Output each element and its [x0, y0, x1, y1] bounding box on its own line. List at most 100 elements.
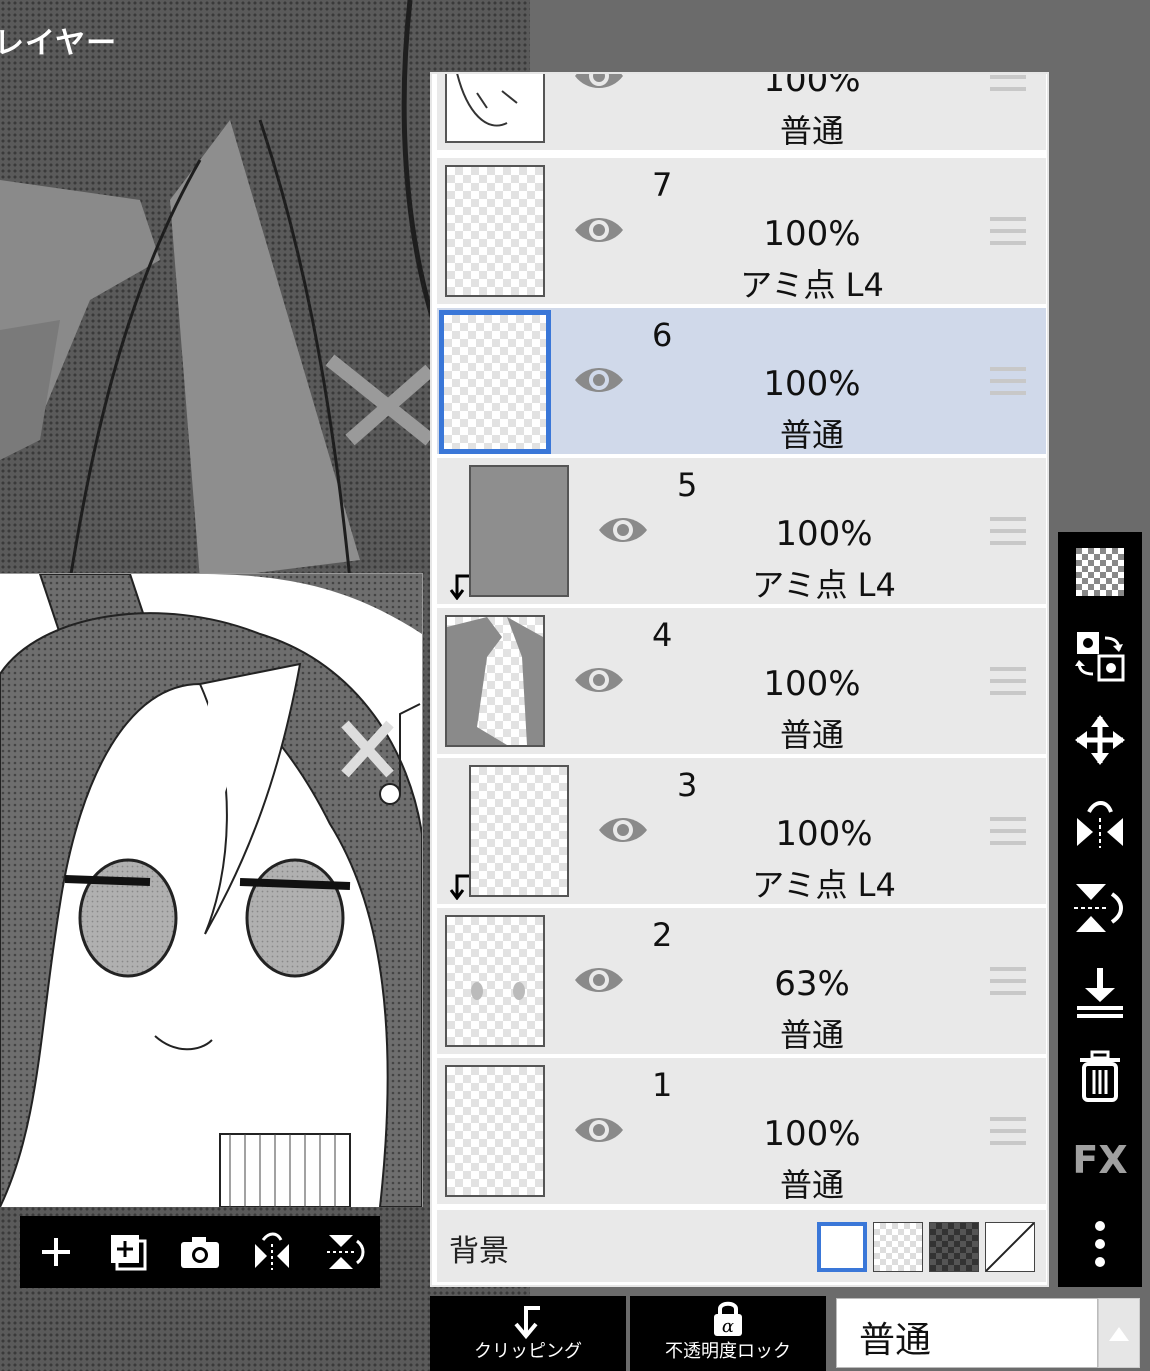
- background-dark-swatch[interactable]: [929, 1222, 979, 1272]
- layer-blend-mode: 普通: [779, 716, 844, 754]
- layer-thumbnail: [445, 915, 545, 1047]
- drag-handle-icon[interactable]: [990, 666, 1026, 696]
- layer-row[interactable]: 2 63% 普通: [437, 908, 1046, 1056]
- merge-down-button[interactable]: [1072, 964, 1128, 1020]
- blend-mode-select[interactable]: 普通: [836, 1298, 1098, 1368]
- swap-icon: [1075, 632, 1125, 682]
- blend-mode-value: 普通: [859, 1320, 932, 1361]
- flip-vertical-icon: [327, 1235, 365, 1269]
- duplicate-layer-button[interactable]: [104, 1228, 152, 1276]
- layer-thumbnail: [445, 74, 545, 143]
- layer-thumbnail: [445, 165, 545, 297]
- layer-opacity: 100%: [763, 364, 861, 404]
- preview-artwork: [0, 574, 422, 1207]
- alpha-lock-label: 不透明度ロック: [665, 1341, 791, 1362]
- panel-title: レイヤー: [0, 26, 118, 61]
- layer-opacity: 63%: [774, 964, 850, 1004]
- eye-icon[interactable]: [573, 1110, 625, 1150]
- layer-thumbnail: [469, 765, 569, 897]
- layer-name: 3: [677, 766, 698, 804]
- layer-opacity: 100%: [763, 1114, 861, 1154]
- checkerboard-icon: [1076, 548, 1124, 596]
- background-row: 背景: [437, 1210, 1046, 1282]
- layer-row[interactable]: 5 100% アミ点 L4: [437, 458, 1046, 606]
- eye-icon[interactable]: [597, 510, 649, 550]
- background-none-swatch[interactable]: [985, 1222, 1035, 1272]
- layer-blend-mode: 普通: [779, 416, 844, 454]
- move-icon: [1075, 715, 1125, 765]
- layer-name: 5: [677, 466, 698, 504]
- background-transparent-swatch[interactable]: [873, 1222, 923, 1272]
- layer-name: 4: [652, 616, 673, 654]
- drag-handle-icon[interactable]: [990, 816, 1026, 846]
- background-white-swatch[interactable]: [817, 1222, 867, 1272]
- layer-opacity: 100%: [775, 514, 873, 554]
- drag-handle-icon[interactable]: [990, 516, 1026, 546]
- add-layer-button[interactable]: [32, 1228, 80, 1276]
- fx-button[interactable]: FX: [1072, 1132, 1128, 1188]
- more-options-button[interactable]: [1072, 1216, 1128, 1272]
- lock-icon: α: [714, 1301, 742, 1337]
- layer-name: 6: [652, 316, 673, 354]
- drag-handle-icon[interactable]: [990, 966, 1026, 996]
- camera-icon: [181, 1237, 219, 1268]
- more-vertical-icon: [1095, 1221, 1105, 1267]
- eye-icon[interactable]: [573, 210, 625, 250]
- move-button[interactable]: [1072, 712, 1128, 768]
- layer-name: 7: [652, 166, 673, 204]
- layer-blend-mode: 普通: [779, 112, 844, 150]
- triangle-up-icon: [1109, 1327, 1129, 1341]
- layer-row[interactable]: 4 100% 普通: [437, 608, 1046, 756]
- drag-handle-icon[interactable]: [990, 216, 1026, 246]
- layer-thumbnail: [469, 465, 569, 597]
- preview-toolbar: [20, 1216, 380, 1288]
- layer-opacity: 100%: [763, 214, 861, 254]
- layer-thumbnail: [445, 1065, 545, 1197]
- alpha-lock-button[interactable]: α 不透明度ロック: [630, 1296, 826, 1371]
- layer-blend-mode: アミ点 L4: [752, 566, 896, 604]
- duplicate-icon: [111, 1235, 147, 1271]
- canvas-preview[interactable]: [0, 573, 423, 1207]
- drag-handle-icon[interactable]: [990, 1116, 1026, 1146]
- layer-blend-mode: 普通: [779, 1016, 844, 1054]
- merge-down-icon: [1077, 968, 1123, 1018]
- layer-row[interactable]: 1 100% 普通: [437, 1058, 1046, 1206]
- transparency-button[interactable]: [1072, 544, 1128, 600]
- layer-name: 1: [652, 1066, 673, 1104]
- delete-layer-button[interactable]: [1072, 1048, 1128, 1104]
- layer-opacity: 100%: [763, 72, 861, 100]
- eye-icon[interactable]: [573, 660, 625, 700]
- layer-blend-mode: アミ点 L4: [740, 266, 884, 304]
- layer-thumbnail: [445, 615, 545, 747]
- layer-opacity: 100%: [763, 664, 861, 704]
- layer-row[interactable]: 7 100% アミ点 L4: [437, 158, 1046, 306]
- clipping-button[interactable]: クリッピング: [430, 1296, 626, 1371]
- eye-icon[interactable]: [573, 360, 625, 400]
- blend-mode-dropdown-button[interactable]: [1098, 1298, 1140, 1368]
- layer-row-selected[interactable]: 6 100% 普通: [437, 308, 1046, 456]
- layer-thumbnail: [439, 310, 551, 454]
- flip-horizontal-layer-button[interactable]: [1072, 796, 1128, 852]
- flip-vertical-layer-button[interactable]: [1072, 880, 1128, 936]
- layer-row[interactable]: 3 100% アミ点 L4: [437, 758, 1046, 906]
- clipping-arrow-icon: [514, 1306, 540, 1340]
- clipping-label: クリッピング: [474, 1341, 582, 1362]
- drag-handle-icon[interactable]: [990, 72, 1026, 92]
- layer-row[interactable]: 100% 普通: [437, 72, 1046, 152]
- flip-vertical-button[interactable]: [320, 1228, 368, 1276]
- flip-horizontal-icon: [255, 1232, 289, 1270]
- flip-horizontal-button[interactable]: [248, 1228, 296, 1276]
- layer-name: 2: [652, 916, 673, 954]
- eye-icon[interactable]: [597, 810, 649, 850]
- drag-handle-icon[interactable]: [990, 366, 1026, 396]
- eye-icon[interactable]: [573, 960, 625, 1000]
- clipping-arrow-icon: [449, 574, 469, 600]
- camera-button[interactable]: [176, 1228, 224, 1276]
- background-label: 背景: [449, 1234, 509, 1269]
- layer-list[interactable]: 100% 普通 7 100% アミ点 L4 6 100% 普通 5 100% ア…: [430, 72, 1049, 1287]
- eye-icon[interactable]: [573, 72, 625, 96]
- swap-layer-button[interactable]: [1072, 628, 1128, 684]
- trash-icon: [1080, 1050, 1120, 1102]
- layer-blend-mode: 普通: [779, 1166, 844, 1204]
- plus-icon: [42, 1238, 70, 1266]
